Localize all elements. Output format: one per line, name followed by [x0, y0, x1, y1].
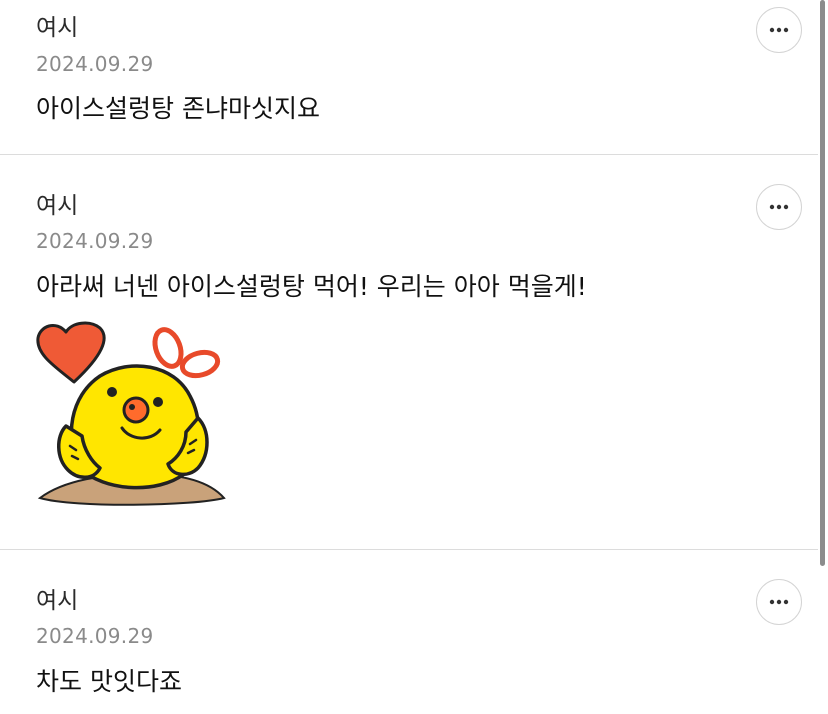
scrollbar-thumb[interactable]	[820, 0, 825, 566]
comment-text: 차도 맛잇다죠	[36, 667, 182, 696]
more-options-button[interactable]	[756, 7, 802, 53]
comment-list: 여시 2024.09.29 아이스설렁탕 존냐마싯지요 여시 2024.09.2…	[0, 0, 818, 714]
comment-date: 2024.09.29	[36, 624, 154, 648]
comment-item: 여시 2024.09.29 아이스설렁탕 존냐마싯지요	[0, 0, 818, 154]
sticker-beak	[122, 396, 150, 424]
comment-item: 여시 2024.09.29 차도 맛잇다죠	[0, 550, 818, 714]
comment-date: 2024.09.29	[36, 52, 154, 76]
more-horizontal-icon	[769, 599, 789, 605]
more-options-button[interactable]	[756, 184, 802, 230]
vertical-scrollbar[interactable]	[818, 0, 828, 714]
comment-author[interactable]: 여시	[36, 195, 78, 218]
comment-author[interactable]: 여시	[36, 17, 78, 40]
sticker-eye	[107, 387, 117, 397]
chick-sticker-image	[36, 321, 226, 506]
comment-text: 아이스설렁탕 존냐마싯지요	[36, 94, 320, 123]
more-options-button[interactable]	[756, 579, 802, 625]
sticker-heart-icon	[36, 321, 106, 384]
comment-author[interactable]: 여시	[36, 590, 78, 613]
comment-date: 2024.09.29	[36, 229, 154, 253]
more-horizontal-icon	[769, 204, 789, 210]
comment-text: 아라써 너넨 아이스설렁탕 먹어! 우리는 아아 먹을게!	[36, 272, 587, 301]
more-horizontal-icon	[769, 27, 789, 33]
